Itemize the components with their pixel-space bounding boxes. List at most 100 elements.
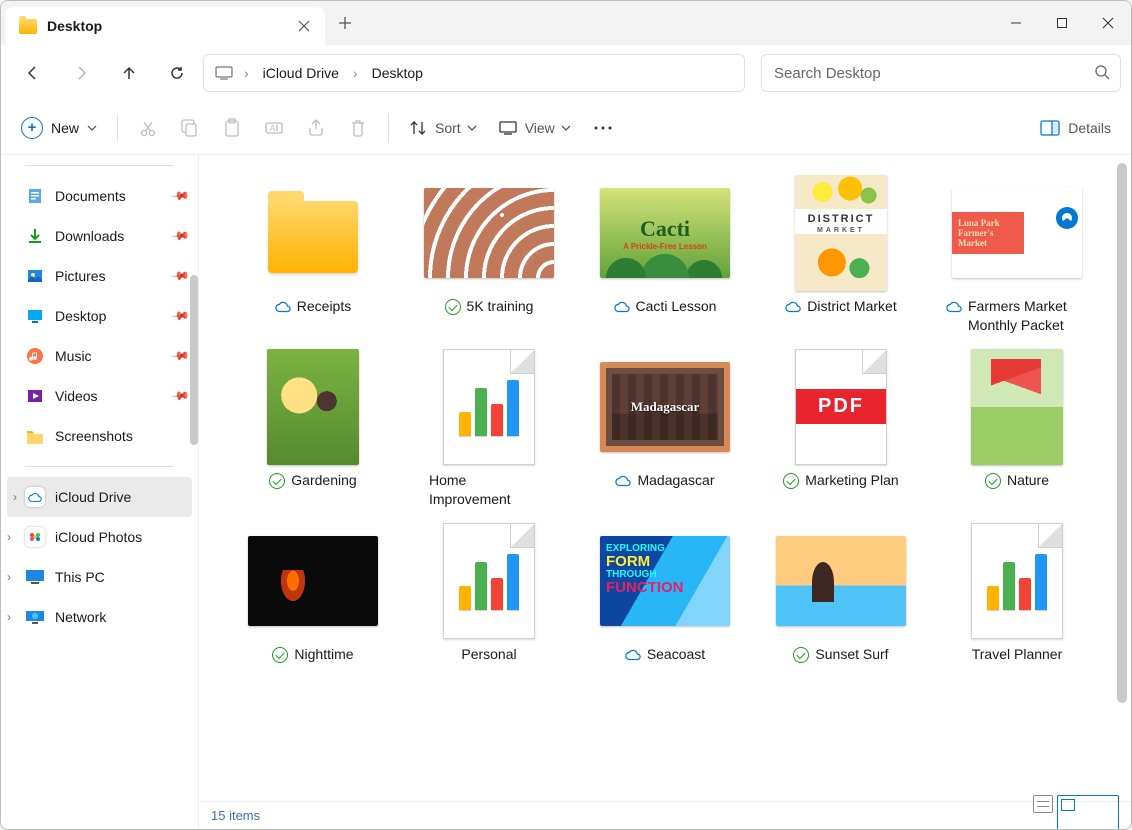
- scrollbar-thumb[interactable]: [190, 275, 198, 445]
- svg-text:A: A: [270, 124, 276, 133]
- sidebar-item-label: This PC: [55, 569, 188, 585]
- file-item[interactable]: Nighttime: [229, 523, 397, 664]
- status-bar: 15 items: [199, 801, 1131, 829]
- sidebar-item-network[interactable]: ›Network: [1, 597, 198, 637]
- new-button[interactable]: + New: [11, 110, 107, 146]
- file-item[interactable]: Travel Planner: [933, 523, 1101, 664]
- sidebar-item-icloud-drive[interactable]: › iCloud Drive: [7, 477, 192, 517]
- chevron-right-icon[interactable]: ›: [13, 490, 17, 504]
- thumbnail: Luna ParkFarmer's Market: [933, 175, 1101, 291]
- view-label: View: [525, 120, 555, 136]
- file-item[interactable]: Receipts: [229, 175, 397, 335]
- file-grid: Receipts 5K trainingCactiA Prickle-Free L…: [199, 155, 1131, 801]
- maximize-button[interactable]: [1039, 1, 1085, 45]
- file-item[interactable]: EXPLORINGFORMTHROUGHFUNCTION Seacoast: [581, 523, 749, 664]
- file-name: Personal: [461, 645, 516, 664]
- thumbnail: EXPLORINGFORMTHROUGHFUNCTION: [581, 523, 749, 639]
- sort-label: Sort: [435, 120, 461, 136]
- rename-button[interactable]: A: [254, 110, 294, 146]
- close-window-button[interactable]: [1085, 1, 1131, 45]
- chevron-down-icon: [561, 123, 571, 133]
- cloud-status-icon: [615, 473, 631, 489]
- details-pane-button[interactable]: Details: [1030, 110, 1121, 146]
- new-label: New: [51, 120, 79, 136]
- paste-button[interactable]: [212, 110, 252, 146]
- scrollbar-thumb[interactable]: [1117, 163, 1127, 703]
- minimize-button[interactable]: [993, 1, 1039, 45]
- file-item[interactable]: Madagascar Madagascar: [581, 349, 749, 509]
- file-name: Travel Planner: [972, 645, 1063, 664]
- up-button[interactable]: [107, 53, 151, 93]
- delete-button[interactable]: [338, 110, 378, 146]
- file-item[interactable]: Sunset Surf: [757, 523, 925, 664]
- pin-icon: 📌: [170, 386, 190, 406]
- place-icon: [25, 607, 45, 627]
- sidebar-item-label: Documents: [55, 188, 163, 204]
- sidebar-item-this-pc[interactable]: › This PC: [1, 557, 198, 597]
- search-input[interactable]: [772, 64, 1094, 83]
- sidebar-item-music[interactable]: Music📌: [1, 336, 198, 376]
- file-item[interactable]: Personal: [405, 523, 573, 664]
- file-item[interactable]: 5K training: [405, 175, 573, 335]
- details-label: Details: [1068, 120, 1111, 136]
- file-item[interactable]: DISTRICTMARKETDistrict Market: [757, 175, 925, 335]
- place-icon: [25, 527, 45, 547]
- cloud-status-icon: [625, 647, 641, 663]
- view-button[interactable]: View: [489, 110, 581, 146]
- sidebar-item-label: iCloud Drive: [55, 489, 182, 505]
- file-item[interactable]: PDFMarketing Plan: [757, 349, 925, 509]
- details-view-toggle[interactable]: [1033, 795, 1053, 813]
- chevron-right-icon[interactable]: ›: [351, 65, 360, 81]
- thumbnail: [229, 349, 397, 465]
- chevron-right-icon[interactable]: ›: [242, 65, 251, 81]
- sidebar-item-icloud-photos[interactable]: ›iCloud Photos: [1, 517, 198, 557]
- window-tab[interactable]: Desktop: [5, 7, 325, 45]
- sort-button[interactable]: Sort: [399, 110, 487, 146]
- cut-button[interactable]: [128, 110, 168, 146]
- file-name: Receipts: [297, 297, 351, 316]
- sidebar-item-documents[interactable]: Documents📌: [1, 176, 198, 216]
- sidebar-item-videos[interactable]: Videos 📌: [1, 376, 198, 416]
- plus-circle-icon: +: [21, 117, 43, 139]
- sidebar-item-label: Music: [55, 348, 163, 364]
- chevron-right-icon[interactable]: ›: [7, 530, 11, 544]
- refresh-button[interactable]: [155, 53, 199, 93]
- more-button[interactable]: [583, 110, 623, 146]
- breadcrumb-seg-2[interactable]: Desktop: [364, 61, 431, 85]
- file-name: Seacoast: [647, 645, 705, 664]
- copy-button[interactable]: [170, 110, 210, 146]
- chevron-right-icon[interactable]: ›: [7, 610, 11, 624]
- synced-status-icon: [269, 473, 285, 489]
- file-name: Farmers Market Monthly Packet: [968, 297, 1088, 335]
- file-name: Nighttime: [294, 645, 353, 664]
- desktop-icon: [25, 306, 45, 326]
- share-button[interactable]: [296, 110, 336, 146]
- thumbnail: [933, 349, 1101, 465]
- sidebar-item-label: Videos: [55, 388, 163, 404]
- thumbnail: Madagascar: [581, 349, 749, 465]
- thumbnail: [229, 175, 397, 291]
- thumbnail: [229, 523, 397, 639]
- sidebar-item-pictures[interactable]: Pictures📌: [1, 256, 198, 296]
- file-item[interactable]: Home Improvement: [405, 349, 573, 509]
- download-icon: [25, 226, 45, 246]
- sidebar-item-downloads[interactable]: Downloads📌: [1, 216, 198, 256]
- new-tab-button[interactable]: [325, 16, 365, 30]
- thumbnail: PDF: [757, 349, 925, 465]
- address-bar[interactable]: › iCloud Drive › Desktop: [203, 54, 745, 92]
- file-name: Madagascar: [637, 471, 714, 490]
- breadcrumb-seg-1[interactable]: iCloud Drive: [255, 61, 347, 85]
- thumbnail: [405, 175, 573, 291]
- back-button[interactable]: [11, 53, 55, 93]
- thumbnails-view-toggle[interactable]: [1057, 795, 1119, 830]
- sidebar-item-screenshots[interactable]: Screenshots: [1, 416, 198, 456]
- sidebar-item-desktop[interactable]: Desktop📌: [1, 296, 198, 336]
- file-item[interactable]: CactiA Prickle-Free LessonCacti Lesson: [581, 175, 749, 335]
- chevron-right-icon[interactable]: ›: [7, 570, 11, 584]
- forward-button[interactable]: [59, 53, 103, 93]
- close-tab-button[interactable]: [297, 19, 311, 33]
- file-item[interactable]: Nature: [933, 349, 1101, 509]
- file-item[interactable]: Gardening: [229, 349, 397, 509]
- search-bar[interactable]: [761, 54, 1121, 92]
- file-item[interactable]: Luna ParkFarmer's Market Farmers Market M…: [933, 175, 1101, 335]
